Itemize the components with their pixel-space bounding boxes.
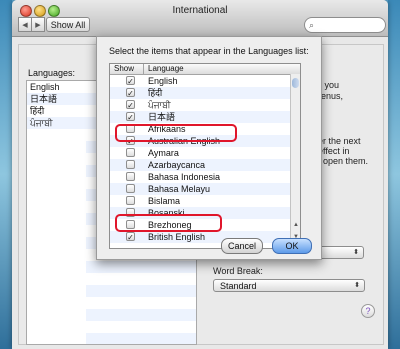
scroll-up-icon[interactable]: ▲ xyxy=(292,222,300,228)
show-checkbox[interactable] xyxy=(126,160,135,169)
desktop-background-right xyxy=(388,0,400,349)
languages-sheet: Select the items that appear in the Lang… xyxy=(96,36,322,260)
chevron-updown-icon: ⬍ xyxy=(354,282,360,289)
word-break-label: Word Break: xyxy=(213,266,263,276)
word-break-value: Standard xyxy=(220,280,257,291)
table-row[interactable]: Aymara xyxy=(110,147,290,159)
show-checkbox[interactable] xyxy=(126,172,135,181)
table-row[interactable]: Bahasa Indonesia xyxy=(110,171,290,183)
show-checkbox[interactable]: ✓ xyxy=(126,100,135,110)
back-arrow-icon: ◀ xyxy=(22,21,28,29)
column-divider xyxy=(143,64,144,74)
show-checkbox[interactable] xyxy=(126,184,135,193)
column-header-show[interactable]: Show xyxy=(114,64,134,74)
language-label: English xyxy=(148,76,178,86)
checkmark-icon: ✓ xyxy=(127,77,134,86)
language-label: Bahasa Indonesia xyxy=(148,172,221,182)
desktop-background-left xyxy=(0,0,12,349)
table-row[interactable]: ✓ 日本語 xyxy=(110,111,290,123)
table-row[interactable]: ✓ ਪੰਜਾਬੀ xyxy=(110,99,290,111)
language-label: Azarbaycanca xyxy=(148,160,206,170)
show-checkbox[interactable] xyxy=(126,148,135,157)
search-icon: ⌕ xyxy=(309,20,315,30)
show-checkbox[interactable]: ✓ xyxy=(126,112,135,122)
window-title: International xyxy=(172,5,228,16)
show-checkbox[interactable] xyxy=(126,196,135,205)
checkmark-icon: ✓ xyxy=(127,101,134,110)
checkmark-icon: ✓ xyxy=(127,89,134,98)
help-button[interactable]: ? xyxy=(361,304,375,318)
title-bar: International ◀ ▶ Show All ⌕ xyxy=(12,0,388,37)
language-label: ਪੰਜਾਬੀ xyxy=(148,100,171,110)
list-item[interactable]: ਪੰਜਾਬੀ xyxy=(27,117,87,129)
table-row[interactable]: Bislama xyxy=(110,195,290,207)
table-header: Show Language xyxy=(110,64,300,75)
search-field[interactable]: ⌕ xyxy=(304,17,386,33)
table-row[interactable]: Azarbaycanca xyxy=(110,159,290,171)
column-header-language[interactable]: Language xyxy=(148,64,184,74)
forward-arrow-icon: ▶ xyxy=(35,21,41,29)
list-item[interactable]: 日本語 xyxy=(27,93,87,105)
forward-button[interactable]: ▶ xyxy=(31,17,45,32)
language-label: 日本語 xyxy=(148,112,176,122)
scrollbar-thumb[interactable] xyxy=(292,78,299,88)
checkmark-icon: ✓ xyxy=(127,113,134,122)
languages-list[interactable]: English 日本語 हिंदी ਪੰਜਾਬੀ xyxy=(26,80,88,345)
list-item[interactable]: हिंदी xyxy=(27,105,87,117)
word-break-popup[interactable]: Standard ⬍ xyxy=(213,279,365,292)
language-label: Aymara xyxy=(148,148,179,158)
show-checkbox[interactable]: ✓ xyxy=(126,232,135,242)
vertical-scrollbar[interactable]: ▲ ▼ xyxy=(290,74,300,248)
language-label: British English xyxy=(148,232,206,242)
languages-label: Languages: xyxy=(28,68,76,78)
highlight-australian-english xyxy=(115,124,237,142)
sheet-prompt: Select the items that appear in the Lang… xyxy=(109,46,309,56)
table-row[interactable]: Bahasa Melayu xyxy=(110,183,290,195)
table-row[interactable]: ✓ हिंदी xyxy=(110,87,290,99)
chevron-updown-icon: ⬍ xyxy=(353,249,359,256)
language-label: Bahasa Melayu xyxy=(148,184,211,194)
show-checkbox[interactable]: ✓ xyxy=(126,88,135,98)
preferences-window: International ◀ ▶ Show All ⌕ Languages: … xyxy=(12,0,388,349)
cancel-button[interactable]: Cancel xyxy=(221,238,263,254)
table-row[interactable]: ✓ English xyxy=(110,75,290,87)
list-item[interactable]: English xyxy=(27,81,87,93)
language-label: Bislama xyxy=(148,196,181,206)
ok-button[interactable]: OK xyxy=(272,238,312,254)
table-row[interactable]: ✓ British English xyxy=(110,231,290,243)
highlight-british-english xyxy=(115,214,222,232)
show-checkbox[interactable]: ✓ xyxy=(126,76,135,86)
language-label: हिंदी xyxy=(148,88,163,98)
checkmark-icon: ✓ xyxy=(127,233,134,242)
show-all-button[interactable]: Show All xyxy=(46,17,90,32)
back-button[interactable]: ◀ xyxy=(18,17,32,32)
